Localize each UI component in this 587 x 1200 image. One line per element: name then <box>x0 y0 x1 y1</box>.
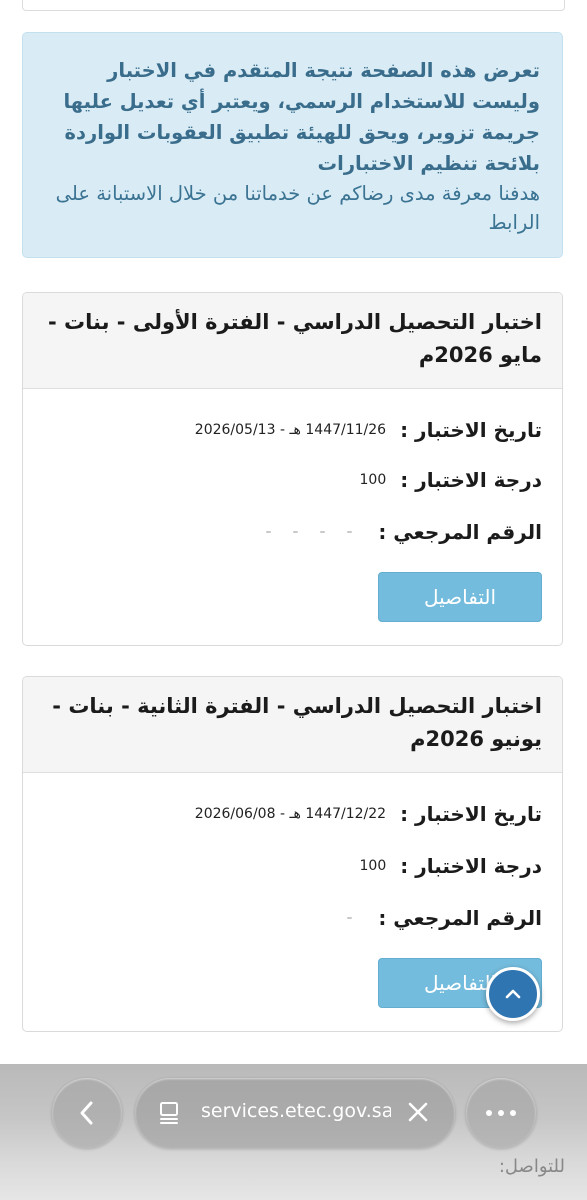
chevron-left-icon <box>80 1101 93 1125</box>
reference-number-label: الرقم المرجعي : <box>378 906 542 930</box>
result-card: اختبار التحصيل الدراسي - الفترة الثانية … <box>22 676 563 1032</box>
result-card: اختبار التحصيل الدراسي - الفترة الأولى -… <box>22 292 563 646</box>
test-score-label: درجة الاختبار : <box>400 468 542 492</box>
test-date-label: تاريخ الاختبار : <box>400 418 542 442</box>
test-date-row: تاريخ الاختبار : 1447/12/22 هـ - 2026/06… <box>43 797 542 831</box>
reference-number-redacted <box>266 531 353 533</box>
tabs-icon <box>160 1102 178 1124</box>
details-button[interactable]: التفاصيل <box>378 572 542 622</box>
test-date-value: 1447/11/26 هـ - 2026/05/13 <box>194 422 387 438</box>
notice-survey-text: هدفنا معرفة مدى رضاكم عن خدماتنا من خلال… <box>55 182 540 234</box>
test-score-label: درجة الاختبار : <box>400 854 542 878</box>
address-bar[interactable]: services.etec.gov.sa <box>135 1078 455 1148</box>
scroll-to-top-button[interactable] <box>486 967 540 1021</box>
test-score-value: 100 <box>359 858 387 874</box>
reference-number-label: الرقم المرجعي : <box>378 520 542 544</box>
test-score-row: درجة الاختبار : 100 <box>43 849 543 883</box>
reference-number-row: الرقم المرجعي : <box>43 515 542 549</box>
notice-alert: تعرض هذه الصفحة نتيجة المتقدم في الاختبا… <box>22 32 563 258</box>
result-card-title: اختبار التحصيل الدراسي - الفترة الأولى -… <box>23 293 562 389</box>
url-text: services.etec.gov.sa <box>201 1100 391 1122</box>
test-date-value: 1447/12/22 هـ - 2026/06/08 <box>194 806 387 822</box>
notice-warning-text: تعرض هذه الصفحة نتيجة المتقدم في الاختبا… <box>63 59 540 175</box>
more-options-button[interactable] <box>466 1078 536 1148</box>
chevron-up-icon <box>505 989 521 999</box>
reference-number-row: الرقم المرجعي : <box>43 901 542 935</box>
contact-label: للتواصل: <box>498 1156 565 1177</box>
test-score-value: 100 <box>359 472 387 488</box>
result-card-title: اختبار التحصيل الدراسي - الفترة الثانية … <box>23 677 562 773</box>
previous-card-edge <box>22 0 565 11</box>
reference-number-redacted <box>347 917 353 919</box>
close-icon[interactable] <box>407 1101 429 1123</box>
back-button[interactable] <box>52 1078 122 1148</box>
test-score-row: درجة الاختبار : 100 <box>43 463 543 497</box>
more-horizontal-icon <box>486 1110 516 1116</box>
test-date-row: تاريخ الاختبار : 1447/11/26 هـ - 2026/05… <box>43 413 542 447</box>
test-date-label: تاريخ الاختبار : <box>400 802 542 826</box>
